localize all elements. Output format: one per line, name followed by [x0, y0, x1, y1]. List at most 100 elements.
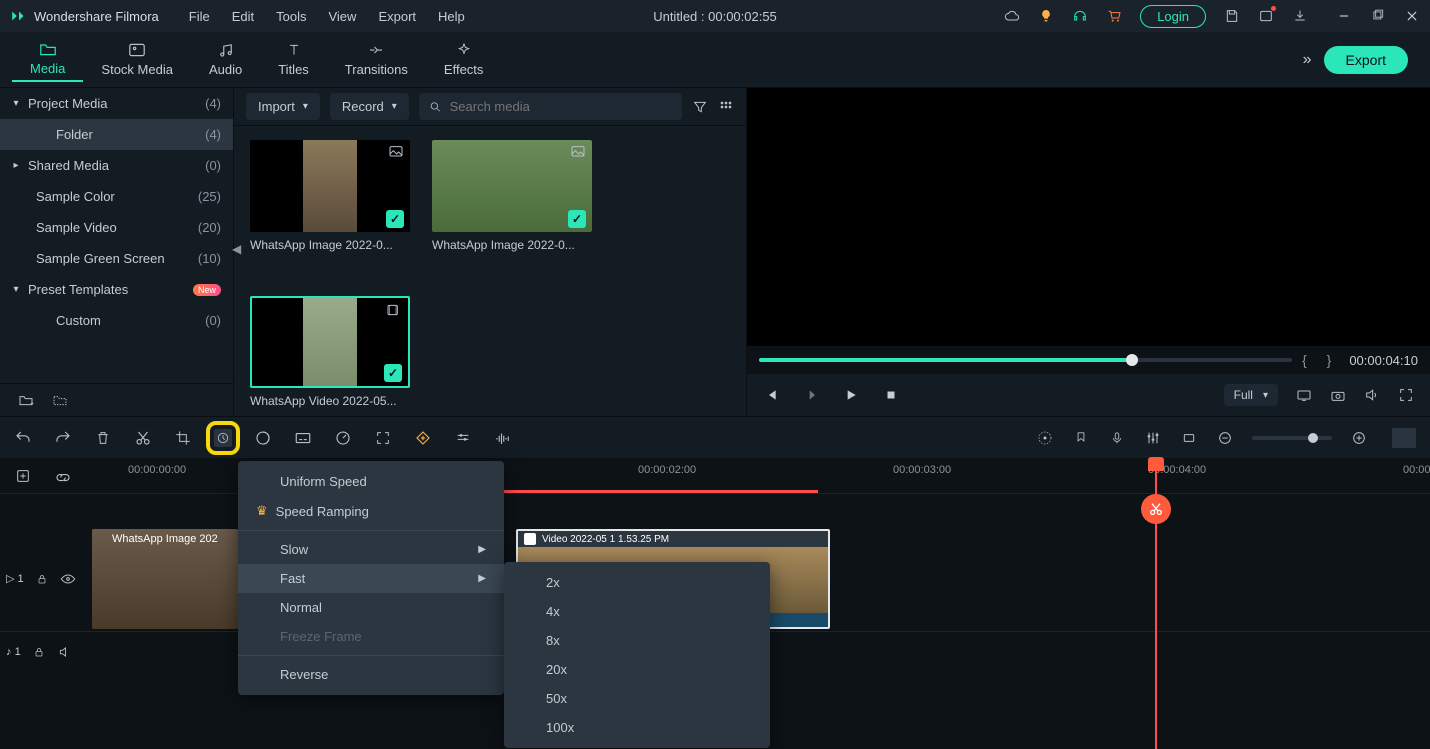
lock-icon[interactable]: [34, 571, 50, 587]
sidebar-item-folder[interactable]: Folder(4): [0, 119, 233, 150]
media-thumb[interactable]: ✓ WhatsApp Image 2022-0...: [250, 140, 410, 252]
new-folder-icon[interactable]: [18, 392, 34, 408]
zoom-slider[interactable]: [1252, 436, 1332, 440]
snap-icon[interactable]: [1180, 429, 1198, 447]
timeline-options-icon[interactable]: [1392, 428, 1416, 448]
speed-uniform[interactable]: Uniform Speed: [238, 467, 504, 496]
settings-icon[interactable]: [454, 429, 472, 447]
cart-icon[interactable]: [1106, 8, 1122, 24]
quality-select[interactable]: Full▾: [1224, 384, 1278, 406]
speed-reverse[interactable]: Reverse: [238, 660, 504, 689]
tab-audio[interactable]: Audio: [191, 38, 260, 81]
tab-titles[interactable]: Titles: [260, 38, 327, 81]
fullscreen-icon[interactable]: [1398, 387, 1414, 403]
expand-tabs-icon[interactable]: »: [1303, 51, 1312, 69]
media-thumb[interactable]: ✓ WhatsApp Image 2022-0...: [432, 140, 592, 252]
sidebar-item-custom[interactable]: Custom(0): [0, 305, 233, 336]
grid-view-icon[interactable]: [718, 99, 734, 115]
media-thumb[interactable]: ✓ WhatsApp Video 2022-05...: [250, 296, 410, 408]
fast-4x[interactable]: 4x: [504, 597, 770, 626]
speed-normal[interactable]: Normal: [238, 593, 504, 622]
fit-icon[interactable]: [374, 429, 392, 447]
search-input[interactable]: [450, 99, 672, 114]
tab-transitions[interactable]: Transitions: [327, 38, 426, 81]
playhead[interactable]: [1155, 458, 1157, 749]
speaker-icon[interactable]: [57, 644, 73, 660]
maximize-icon[interactable]: [1370, 8, 1386, 24]
stop-icon[interactable]: [883, 387, 899, 403]
render-icon[interactable]: [1036, 429, 1054, 447]
zoom-out-icon[interactable]: [1216, 429, 1234, 447]
menu-edit[interactable]: Edit: [232, 9, 254, 24]
preview-progress-bar[interactable]: [759, 358, 1292, 362]
headset-icon[interactable]: [1072, 8, 1088, 24]
preview-viewport[interactable]: [747, 88, 1430, 346]
cloud-icon[interactable]: [1004, 8, 1020, 24]
menu-export[interactable]: Export: [378, 9, 416, 24]
notification-icon[interactable]: [1258, 8, 1274, 24]
sidebar-item-sample-color[interactable]: Sample Color(25): [0, 181, 233, 212]
undo-icon[interactable]: [14, 429, 32, 447]
fast-100x[interactable]: 100x: [504, 713, 770, 742]
save-icon[interactable]: [1224, 8, 1240, 24]
tab-media[interactable]: Media: [12, 37, 83, 82]
mic-icon[interactable]: [1108, 429, 1126, 447]
tab-effects[interactable]: Effects: [426, 38, 502, 81]
download-icon[interactable]: [1292, 8, 1308, 24]
speed-icon[interactable]: [214, 429, 232, 447]
crop-icon[interactable]: [174, 429, 192, 447]
close-icon[interactable]: [1404, 8, 1420, 24]
speed-fast[interactable]: Fast▶: [238, 564, 504, 593]
speed-slow[interactable]: Slow▶: [238, 535, 504, 564]
filter-icon[interactable]: [692, 99, 708, 115]
sidebar-item-project-media[interactable]: ▾Project Media(4): [0, 88, 233, 119]
login-button[interactable]: Login: [1140, 5, 1206, 28]
prev-page-icon[interactable]: ◀: [232, 242, 241, 256]
speed-ramping[interactable]: ♛Speed Ramping: [238, 496, 504, 526]
cut-icon[interactable]: [134, 429, 152, 447]
scissor-cut-icon[interactable]: [1141, 494, 1171, 524]
fast-20x[interactable]: 20x: [504, 655, 770, 684]
fast-8x[interactable]: 8x: [504, 626, 770, 655]
export-button[interactable]: Export: [1324, 46, 1408, 74]
link-icon[interactable]: [54, 467, 72, 485]
bulb-icon[interactable]: [1038, 8, 1054, 24]
sidebar-item-shared-media[interactable]: ▸Shared Media(0): [0, 150, 233, 181]
mixer-icon[interactable]: [1144, 429, 1162, 447]
import-dropdown[interactable]: Import▾: [246, 93, 320, 120]
lock-icon[interactable]: [31, 644, 47, 660]
tab-stock-media[interactable]: Stock Media: [83, 38, 191, 81]
record-dropdown[interactable]: Record▾: [330, 93, 409, 120]
keyframe-brackets-icon[interactable]: { }: [1302, 352, 1339, 368]
minimize-icon[interactable]: [1336, 8, 1352, 24]
folder-out-icon[interactable]: [52, 392, 68, 408]
prev-frame-icon[interactable]: [763, 387, 779, 403]
fast-50x[interactable]: 50x: [504, 684, 770, 713]
menu-help[interactable]: Help: [438, 9, 465, 24]
color-icon[interactable]: [254, 429, 272, 447]
sidebar-item-preset-templates[interactable]: ▾Preset TemplatesNew: [0, 274, 233, 305]
timeline-clip-image[interactable]: WhatsApp Image 202: [92, 529, 238, 629]
marker-icon[interactable]: [1072, 429, 1090, 447]
eye-icon[interactable]: [60, 571, 76, 587]
audio-wave-icon[interactable]: [494, 429, 512, 447]
camera-icon[interactable]: [1330, 387, 1346, 403]
keyframe-add-icon[interactable]: [414, 429, 432, 447]
menu-tools[interactable]: Tools: [276, 9, 306, 24]
speedometer-icon[interactable]: [334, 429, 352, 447]
menu-file[interactable]: File: [189, 9, 210, 24]
sidebar-item-sample-green[interactable]: Sample Green Screen(10): [0, 243, 233, 274]
menu-view[interactable]: View: [328, 9, 356, 24]
fast-2x[interactable]: 2x: [504, 568, 770, 597]
monitor-icon[interactable]: [1296, 387, 1312, 403]
redo-icon[interactable]: [54, 429, 72, 447]
search-media[interactable]: [419, 93, 682, 120]
step-icon[interactable]: [803, 387, 819, 403]
delete-icon[interactable]: [94, 429, 112, 447]
play-icon[interactable]: [843, 387, 859, 403]
zoom-in-icon[interactable]: [1350, 429, 1368, 447]
sidebar-item-sample-video[interactable]: Sample Video(20): [0, 212, 233, 243]
add-track-icon[interactable]: [14, 467, 32, 485]
volume-icon[interactable]: [1364, 387, 1380, 403]
subtitle-icon[interactable]: [294, 429, 312, 447]
